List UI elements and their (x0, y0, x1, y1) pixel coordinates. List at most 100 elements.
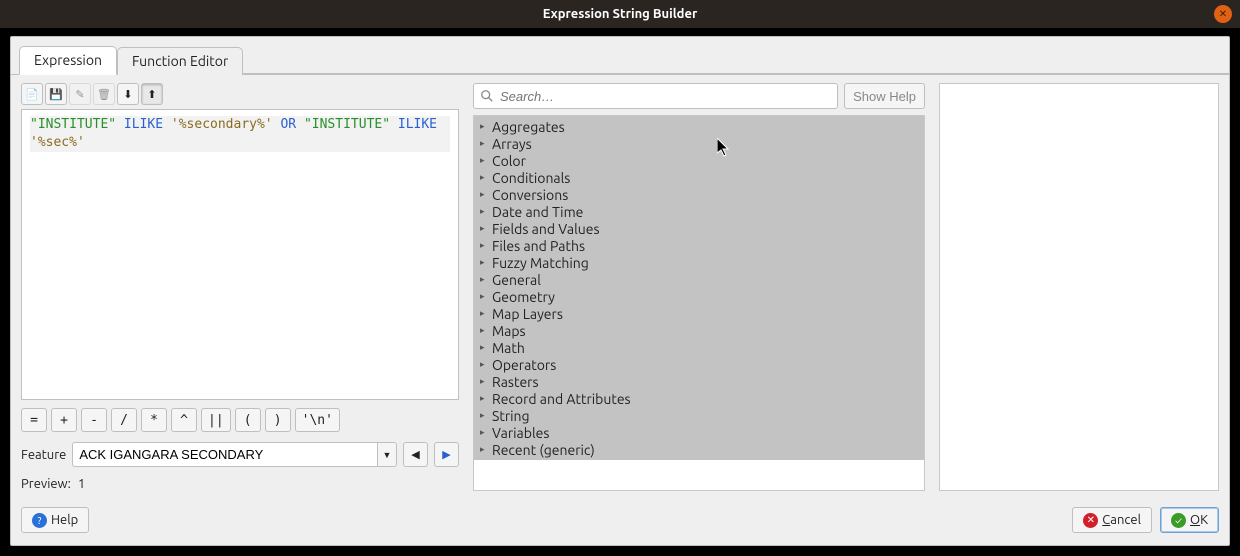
feature-next-button[interactable]: ▶ (434, 442, 459, 467)
feature-row: Feature ▼ ◀ ▶ (21, 442, 459, 467)
category-item[interactable]: ▸Aggregates (474, 118, 924, 135)
category-label: Conversions (490, 187, 568, 203)
dialog-body: Expression Function Editor 📄 💾 ✎ (10, 36, 1230, 546)
triangle-right-icon: ▸ (480, 342, 490, 353)
feature-prev-button[interactable]: ◀ (403, 442, 428, 467)
help-button-label: Help (51, 513, 78, 527)
category-item[interactable]: ▸Map Layers (474, 305, 924, 322)
category-item[interactable]: ▸Record and Attributes (474, 390, 924, 407)
tab-function-editor[interactable]: Function Editor (117, 47, 243, 75)
triangle-right-icon: ▸ (480, 393, 490, 404)
op-divide-button[interactable]: / (111, 408, 137, 432)
category-item[interactable]: ▸Fields and Values (474, 220, 924, 237)
op-newline-button[interactable]: '\n' (295, 408, 340, 432)
ok-button[interactable]: ✓ OK (1160, 507, 1219, 533)
category-item[interactable]: ▸Conversions (474, 186, 924, 203)
cancel-icon: ✕ (1083, 513, 1098, 528)
category-item[interactable]: ▸Files and Paths (474, 237, 924, 254)
bottom-bar: ? Help ✕ Cancel ✓ OK (21, 505, 1219, 535)
tab-expression[interactable]: Expression (19, 46, 117, 75)
triangle-right-icon: ▸ (480, 172, 490, 183)
token-field: "INSTITUTE" (30, 117, 116, 132)
feature-dropdown-button[interactable]: ▼ (377, 442, 397, 467)
category-item[interactable]: ▸General (474, 271, 924, 288)
category-label: Record and Attributes (490, 391, 631, 407)
feature-combo[interactable]: ▼ (72, 442, 397, 467)
export-icon: ⬆ (147, 88, 156, 101)
operator-button-row: = + - / * ^ || ( ) '\n' (21, 408, 459, 432)
category-item[interactable]: ▸Rasters (474, 373, 924, 390)
category-label: Map Layers (490, 306, 563, 322)
category-item[interactable]: ▸Conditionals (474, 169, 924, 186)
content-area: 📄 💾 ✎ 🗑 ⬇ ⬆ (11, 75, 1229, 499)
chevron-down-icon: ▼ (383, 450, 392, 460)
cancel-button[interactable]: ✕ Cancel (1072, 507, 1152, 533)
category-label: Arrays (490, 136, 532, 152)
triangle-right-icon: ▸ (480, 359, 490, 370)
op-minus-button[interactable]: - (81, 408, 107, 432)
preview-value: 1 (74, 477, 85, 491)
show-help-button[interactable]: Show Help (844, 83, 925, 109)
document-icon: 📄 (25, 88, 39, 101)
op-power-button[interactable]: ^ (171, 408, 197, 432)
triangle-right-icon: ▸ (480, 121, 490, 132)
category-label: General (490, 272, 541, 288)
category-item[interactable]: ▸Fuzzy Matching (474, 254, 924, 271)
category-item[interactable]: ▸Recent (generic) (474, 441, 924, 458)
save-icon: 💾 (49, 88, 63, 101)
category-tree[interactable]: ▸Aggregates▸Arrays▸Color▸Conditionals▸Co… (474, 116, 924, 460)
category-label: Color (490, 153, 526, 169)
token-keyword: ILIKE (398, 117, 437, 132)
triangle-left-icon: ◀ (411, 448, 419, 461)
triangle-right-icon: ▸ (480, 427, 490, 438)
category-item[interactable]: ▸Arrays (474, 135, 924, 152)
op-concat-button[interactable]: || (201, 408, 231, 432)
import-icon: ⬇ (123, 88, 132, 101)
category-label: Aggregates (490, 119, 565, 135)
token-literal: '%secondary%' (171, 117, 273, 132)
window-close-button[interactable] (1214, 5, 1232, 23)
category-item[interactable]: ▸Date and Time (474, 203, 924, 220)
category-item[interactable]: ▸Maps (474, 322, 924, 339)
help-panel (939, 83, 1219, 491)
category-item[interactable]: ▸Operators (474, 356, 924, 373)
op-rparen-button[interactable]: ) (265, 408, 291, 432)
op-plus-button[interactable]: + (51, 408, 77, 432)
triangle-right-icon: ▸ (480, 376, 490, 387)
token-keyword: ILIKE (124, 117, 163, 132)
category-label: Fields and Values (490, 221, 600, 237)
category-item[interactable]: ▸Math (474, 339, 924, 356)
left-column: 📄 💾 ✎ 🗑 ⬇ ⬆ (21, 83, 459, 491)
category-tree-container: ▸Aggregates▸Arrays▸Color▸Conditionals▸Co… (473, 115, 925, 491)
category-item[interactable]: ▸String (474, 407, 924, 424)
category-item[interactable]: ▸Variables (474, 424, 924, 441)
new-expression-button[interactable]: 📄 (21, 83, 43, 105)
category-label: Recent (generic) (490, 442, 595, 458)
save-expression-button[interactable]: 💾 (45, 83, 67, 105)
export-expression-button[interactable]: ⬆ (141, 83, 163, 105)
category-item[interactable]: ▸Geometry (474, 288, 924, 305)
window-frame: Expression String Builder Expression Fun… (0, 0, 1240, 556)
search-input[interactable] (473, 83, 838, 109)
op-equals-button[interactable]: = (21, 408, 47, 432)
category-label: Files and Paths (490, 238, 585, 254)
category-label: Maps (490, 323, 526, 339)
tree-blank-area (474, 460, 924, 490)
help-button[interactable]: ? Help (21, 507, 89, 533)
delete-expression-button: 🗑 (93, 83, 115, 105)
title-bar: Expression String Builder (0, 0, 1240, 28)
import-expression-button[interactable]: ⬇ (117, 83, 139, 105)
op-lparen-button[interactable]: ( (235, 408, 261, 432)
category-label: Fuzzy Matching (490, 255, 589, 271)
help-icon: ? (32, 513, 47, 528)
triangle-right-icon: ▸ (480, 444, 490, 455)
token-keyword: OR (280, 117, 296, 132)
ok-icon: ✓ (1171, 513, 1186, 528)
category-label: Geometry (490, 289, 555, 305)
category-label: Date and Time (490, 204, 583, 220)
expression-editor[interactable]: "INSTITUTE" ILIKE '%secondary%' OR "INST… (21, 109, 459, 400)
feature-input[interactable] (72, 442, 377, 467)
category-item[interactable]: ▸Color (474, 152, 924, 169)
op-multiply-button[interactable]: * (141, 408, 167, 432)
triangle-right-icon: ▸ (480, 274, 490, 285)
